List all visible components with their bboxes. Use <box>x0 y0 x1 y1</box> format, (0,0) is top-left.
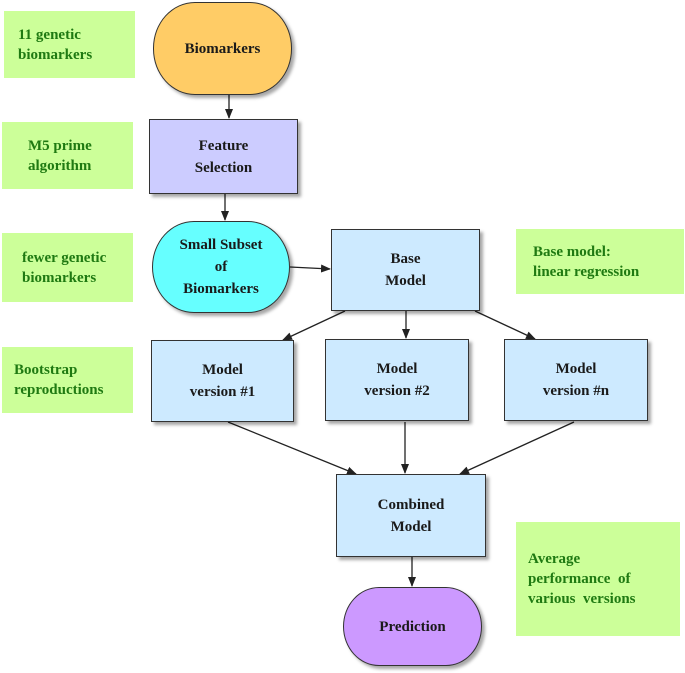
node-label: Model <box>202 362 243 378</box>
node-label: version #2 <box>364 383 430 399</box>
note-base-model: Base model: linear regression <box>516 229 684 294</box>
note-fewer-genetic: fewer genetic biomarkers <box>2 233 133 302</box>
edge-base-model-to-model-v1 <box>282 310 346 341</box>
node-label: of <box>214 259 228 275</box>
node-label: version #n <box>542 383 610 399</box>
note-line: M5 prime <box>28 137 92 154</box>
node-model-version-n: Model version #n <box>504 339 648 421</box>
edge-model-vn-to-combined <box>459 421 575 475</box>
note-line: 11 genetic <box>18 26 81 43</box>
node-model-version-2: Model version #2 <box>325 339 469 421</box>
note-line: reproductions <box>14 382 104 398</box>
note-line: performance of <box>528 571 631 587</box>
note-line: Base model: <box>533 243 611 260</box>
node-small-subset: Small Subset of Biomarkers <box>152 221 290 313</box>
note-line: biomarkers <box>18 46 93 63</box>
note-bootstrap: Bootstrap reproductions <box>2 347 133 413</box>
node-label: Model <box>390 518 432 535</box>
node-label: Prediction <box>379 618 446 635</box>
node-prediction: Prediction <box>343 587 482 666</box>
node-base-model: Base Model <box>331 229 480 311</box>
note-line: Bootstrap <box>14 362 78 378</box>
note-line: Average <box>528 551 581 567</box>
note-line: various versions <box>528 591 636 607</box>
node-label: Combined <box>377 496 445 513</box>
node-label: Biomarkers <box>184 40 261 57</box>
node-label: Base <box>390 251 421 267</box>
node-label: Model <box>555 361 597 377</box>
note-line: algorithm <box>28 157 92 174</box>
edge-small-subset-to-base-model <box>289 264 331 273</box>
edge-base-model-to-model-vn <box>474 310 536 340</box>
node-label: Small Subset <box>179 237 263 253</box>
note-m5-prime: M5 prime algorithm <box>2 122 133 189</box>
edge-model-v1-to-combined <box>227 421 357 475</box>
note-line: fewer genetic <box>22 249 107 266</box>
note-line: linear regression <box>533 263 640 280</box>
node-feature-selection: Feature Selection <box>149 119 298 194</box>
node-label: version #1 <box>189 384 256 400</box>
node-model-version-1: Model version #1 <box>151 340 294 422</box>
node-label: Biomarkers <box>183 281 259 297</box>
note-line: biomarkers <box>22 269 97 286</box>
node-label: Model <box>385 273 426 289</box>
node-biomarkers: Biomarkers <box>153 2 292 95</box>
node-label: Feature <box>198 137 249 154</box>
node-label: Selection <box>194 159 253 176</box>
note-genetic-biomarkers: 11 genetic biomarkers <box>4 11 135 78</box>
node-combined-model: Combined Model <box>336 474 486 557</box>
note-average-performance: Average performance of various versions <box>516 522 680 636</box>
node-label: Model <box>376 361 418 377</box>
